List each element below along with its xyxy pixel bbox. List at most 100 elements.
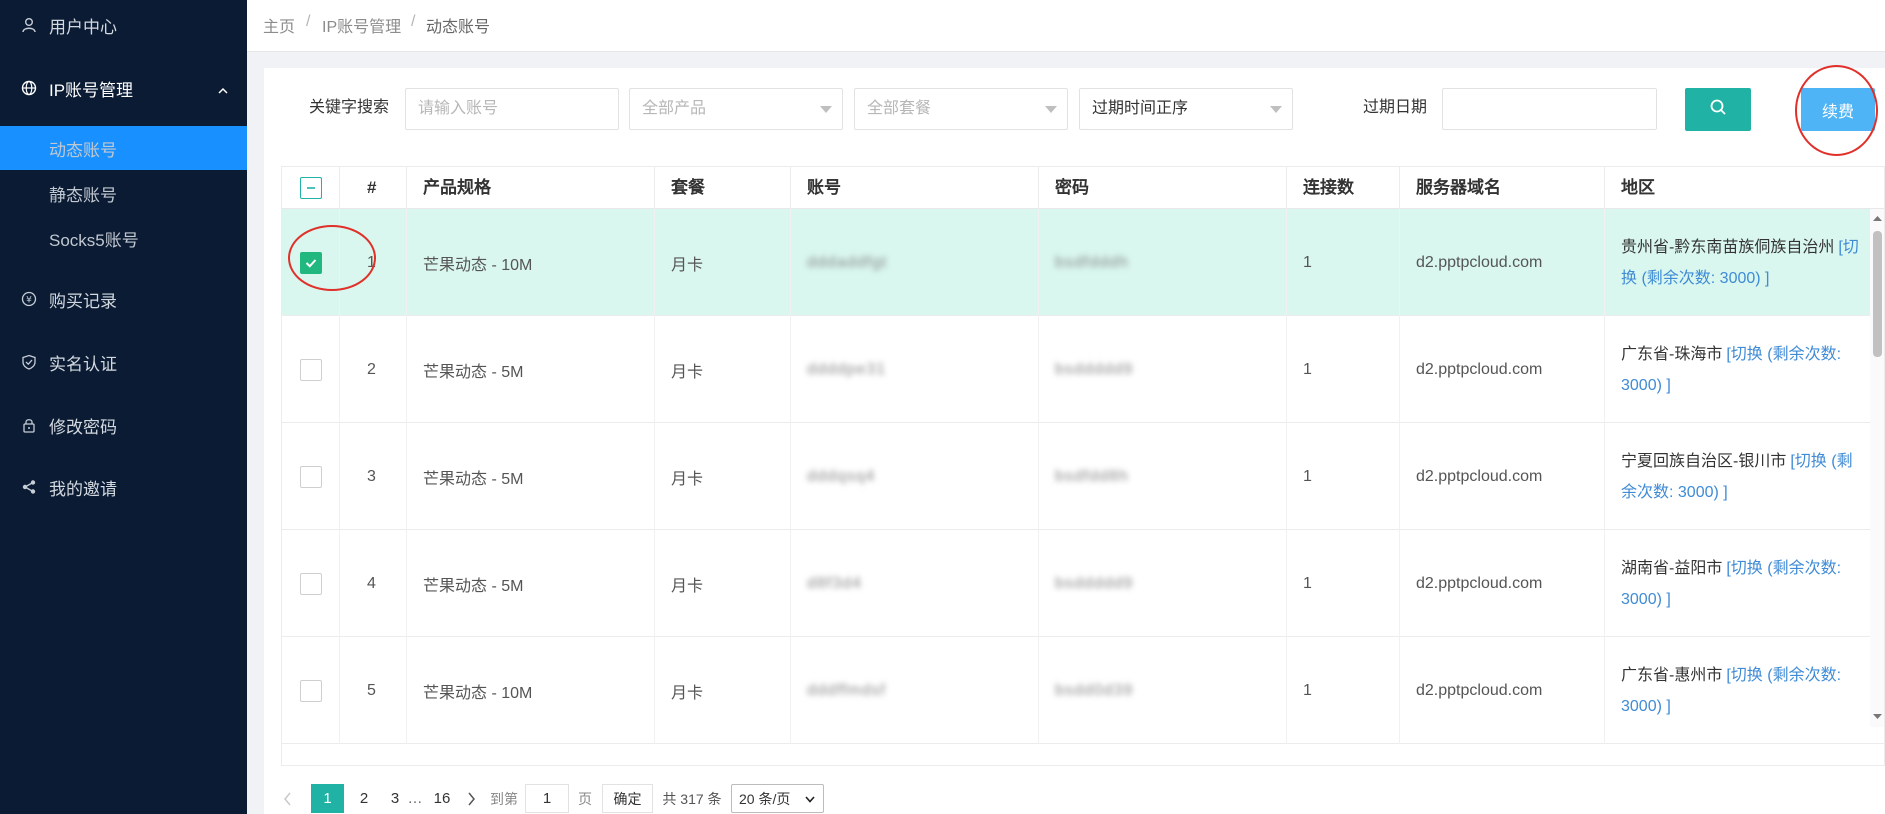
row-checkbox[interactable] xyxy=(299,572,322,595)
keyword-label: 关键字搜索 xyxy=(309,99,390,116)
sidebar-item-invitations[interactable]: 我的邀请 xyxy=(0,467,247,507)
sidebar-item-ip-accounts[interactable]: IP账号管理 xyxy=(0,68,247,108)
product-select[interactable]: 全部产品 xyxy=(629,88,843,130)
select-all-checkbox[interactable] xyxy=(299,177,322,199)
vertical-scrollbar[interactable] xyxy=(1870,209,1884,727)
sidebar-item-change-password[interactable]: 修改密码 xyxy=(0,405,247,445)
cell-spec: 芒果动态 - 5M xyxy=(407,530,655,637)
col-header-password: 密码 xyxy=(1039,167,1287,209)
scroll-down-arrow[interactable] xyxy=(1873,713,1882,720)
page-button-3[interactable]: 3 xyxy=(384,784,406,813)
sidebar-item-static-accounts[interactable]: 静态账号 xyxy=(0,173,247,213)
breadcrumb-home[interactable]: 主页 xyxy=(263,13,295,37)
sidebar-item-label: IP账号管理 xyxy=(49,80,134,100)
user-icon xyxy=(20,16,38,34)
cell-server: d2.pptpcloud.com xyxy=(1400,423,1605,530)
row-checkbox[interactable] xyxy=(299,358,322,381)
cell-plan: 月卡 xyxy=(655,530,791,637)
content-panel: 关键字搜索 请输入账号 全部产品 全部套餐 过期时间正序 过期日期 续费 # 产… xyxy=(264,65,1885,814)
plan-select[interactable]: 全部套餐 xyxy=(854,88,1068,130)
table-row[interactable]: 5 芒果动态 - 10M 月卡 dddffmdsf bsdd0d39 1 d2.pptpcl… xyxy=(282,637,1884,744)
page-unit-label: 页 xyxy=(578,790,592,807)
scroll-up-arrow[interactable] xyxy=(1873,215,1882,222)
sidebar-item-real-name[interactable]: 实名认证 xyxy=(0,342,247,382)
horizontal-scrollbar[interactable] xyxy=(282,763,1884,765)
sidebar-item-label: 修改密码 xyxy=(49,417,117,437)
total-count: 共 317 条 xyxy=(662,790,722,807)
search-button[interactable] xyxy=(1685,88,1751,131)
sidebar-item-purchase-records[interactable]: ¥ 购买记录 xyxy=(0,279,247,319)
search-icon xyxy=(1709,98,1727,121)
cell-account-text: dddffmdsf xyxy=(807,681,886,699)
row-checkbox[interactable] xyxy=(299,465,322,488)
page-button-1[interactable]: 1 xyxy=(311,784,344,813)
next-page-button[interactable] xyxy=(467,784,476,813)
cell-password: bsdfdd8h xyxy=(1039,423,1287,530)
caret-down-icon xyxy=(1270,106,1282,113)
region-text: 贵州省-黔东南苗族侗族自治州 xyxy=(1621,238,1835,256)
cell-password-text: bsdfdddh xyxy=(1055,253,1129,271)
vertical-scroll-thumb[interactable] xyxy=(1873,231,1882,357)
sidebar-item-label: 静态账号 xyxy=(49,185,117,205)
row-checkbox[interactable] xyxy=(299,251,322,274)
cell-password-text: bsdd0d39 xyxy=(1055,681,1134,699)
svg-text:¥: ¥ xyxy=(26,296,32,306)
cell-num-text: 5 xyxy=(367,681,376,699)
region-text: 广东省-珠海市 xyxy=(1621,345,1723,363)
chevron-left-icon xyxy=(284,792,291,805)
page-button-16[interactable]: 16 xyxy=(428,784,456,813)
cell-connections-text: 1 xyxy=(1303,681,1312,699)
keyword-input[interactable]: 请输入账号 xyxy=(405,88,619,130)
sidebar-item-socks5-accounts[interactable]: Socks5账号 xyxy=(0,218,247,258)
breadcrumb-separator: / xyxy=(411,13,416,30)
col-header-account: 账号 xyxy=(791,167,1039,209)
check-icon xyxy=(305,258,316,268)
breadcrumb-separator: / xyxy=(306,13,311,30)
table-row[interactable]: 1 芒果动态 - 10M 月卡 dddaddfgt bsdfdddh 1 d2.pptpcl… xyxy=(282,209,1884,316)
prev-page-button[interactable] xyxy=(283,784,292,813)
cell-account: dddffmdsf xyxy=(791,637,1039,744)
page-size-select[interactable]: 20 条/页 xyxy=(731,784,824,813)
table-row[interactable]: 2 芒果动态 - 5M 月卡 ddddpe31 bsddddd9 1 d2.pptpclou… xyxy=(282,316,1884,423)
breadcrumb-current: 动态账号 xyxy=(426,19,491,36)
cell-connections: 1 xyxy=(1287,423,1400,530)
table-header: # 产品规格 套餐 账号 密码 连接数 服务器域名 地区 xyxy=(282,167,1884,209)
cell-connections: 1 xyxy=(1287,530,1400,637)
cell-num: 5 xyxy=(340,637,407,744)
cell-connections-text: 1 xyxy=(1303,253,1312,271)
cell-spec: 芒果动态 - 10M xyxy=(407,637,655,744)
cell-plan-text: 月卡 xyxy=(671,577,704,595)
cell-num-text: 1 xyxy=(367,253,376,271)
page-ellipsis[interactable]: … xyxy=(406,784,424,813)
table-row[interactable]: 3 芒果动态 - 5M 月卡 dddqsq4 bsdfdd8h 1 d2.pptpcloud… xyxy=(282,423,1884,530)
page-button-2[interactable]: 2 xyxy=(353,784,375,813)
chevron-right-icon xyxy=(468,792,475,805)
goto-page-input[interactable]: 1 xyxy=(525,784,569,813)
cell-spec: 芒果动态 - 5M xyxy=(407,316,655,423)
cell-plan: 月卡 xyxy=(655,637,791,744)
cell-plan: 月卡 xyxy=(655,209,791,316)
breadcrumb-section[interactable]: IP账号管理 xyxy=(322,13,401,37)
renew-button[interactable]: 续费 xyxy=(1801,88,1875,131)
sidebar-item-user-center[interactable]: 用户中心 xyxy=(0,5,247,45)
region-text: 宁夏回族自治区-银川市 xyxy=(1621,452,1787,470)
cell-server: d2.pptpcloud.com xyxy=(1400,316,1605,423)
cell-password-text: bsdfdd8h xyxy=(1055,467,1129,485)
expire-date-input[interactable] xyxy=(1442,88,1657,130)
cell-num: 1 xyxy=(340,209,407,316)
sidebar: 用户中心 IP账号管理 动态账号 静态账号 Socks5账号 ¥ 购买记录 实名… xyxy=(0,0,247,814)
sort-select[interactable]: 过期时间正序 xyxy=(1079,88,1293,130)
goto-confirm-button[interactable]: 确定 xyxy=(602,784,653,813)
table-row[interactable]: 4 芒果动态 - 5M 月卡 d8f3d4 bsddddd9 1 d2.pptpcloud.… xyxy=(282,530,1884,637)
cell-num: 2 xyxy=(340,316,407,423)
shield-icon xyxy=(20,353,38,371)
product-select-value: 全部产品 xyxy=(642,100,707,117)
cell-spec-text: 芒果动态 - 5M xyxy=(423,577,524,595)
cell-num-text: 4 xyxy=(367,574,376,592)
row-checkbox[interactable] xyxy=(299,679,322,702)
sidebar-item-dynamic-accounts[interactable]: 动态账号 xyxy=(0,126,247,170)
cell-password-text: bsddddd9 xyxy=(1055,574,1134,592)
cell-spec-text: 芒果动态 - 10M xyxy=(423,684,533,702)
col-header-spec: 产品规格 xyxy=(407,167,655,209)
cell-region: 广东省-珠海市 [切换 (剩余次数: 3000) ] xyxy=(1605,316,1872,423)
